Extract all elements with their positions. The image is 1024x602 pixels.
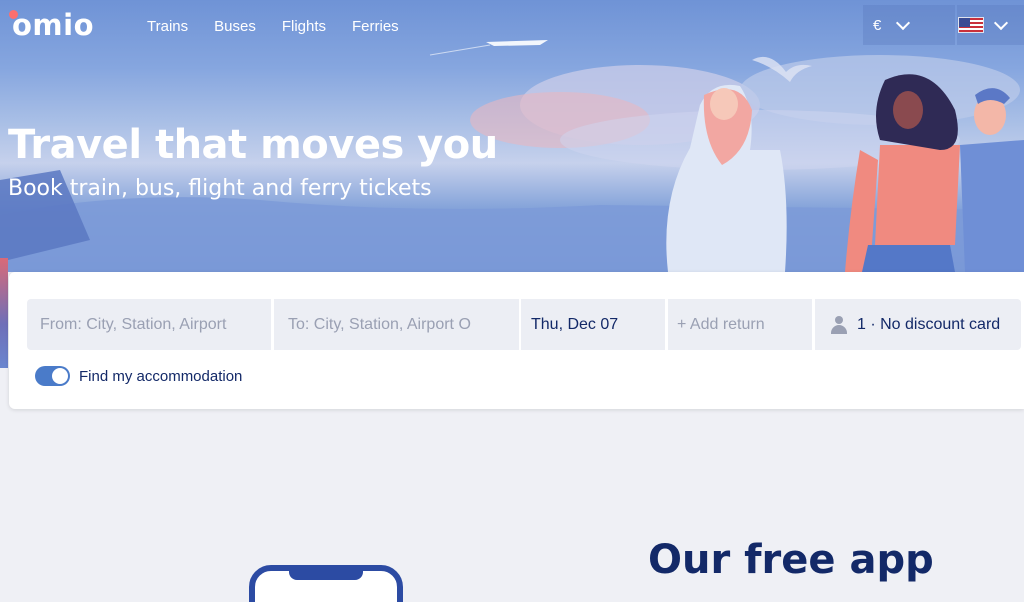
to-input[interactable] xyxy=(288,315,519,334)
departure-date-field[interactable]: Thu, Dec 07 xyxy=(521,299,665,350)
currency-symbol: € xyxy=(873,16,882,34)
hero-subtitle: Book train, bus, flight and ferry ticket… xyxy=(8,176,432,201)
top-navigation: omio Trains Buses Flights Ferries € xyxy=(0,0,1024,52)
logo-dot-icon xyxy=(9,10,18,19)
currency-selector[interactable]: € xyxy=(863,5,955,45)
from-input[interactable] xyxy=(40,315,271,334)
from-field[interactable] xyxy=(27,299,271,350)
person-icon xyxy=(829,315,849,334)
decorative-strip xyxy=(0,258,8,368)
us-flag-icon xyxy=(958,17,984,33)
hero-title: Travel that moves you xyxy=(8,122,498,168)
to-field[interactable] xyxy=(274,299,519,350)
add-return-button[interactable]: + Add return xyxy=(668,299,812,350)
nav-link-ferries[interactable]: Ferries xyxy=(352,18,399,36)
omio-logo[interactable]: omio xyxy=(9,8,95,42)
accommodation-label: Find my accommodation xyxy=(79,367,243,385)
nav-link-trains[interactable]: Trains xyxy=(147,18,188,36)
passengers-field[interactable]: 1 · No discount card xyxy=(815,299,1021,350)
departure-date-value: Thu, Dec 07 xyxy=(531,315,619,333)
nav-link-buses[interactable]: Buses xyxy=(214,18,256,36)
language-selector[interactable] xyxy=(957,5,1024,45)
nav-link-flights[interactable]: Flights xyxy=(282,18,326,36)
accommodation-toggle[interactable] xyxy=(35,366,70,386)
hero-banner: omio Trains Buses Flights Ferries € Trav… xyxy=(0,0,1024,272)
phone-illustration xyxy=(249,565,403,602)
nav-links: Trains Buses Flights Ferries xyxy=(147,18,425,36)
chevron-down-icon xyxy=(993,15,1009,30)
search-form: Thu, Dec 07 + Add return 1 · No discount… xyxy=(9,272,1024,409)
phone-notch xyxy=(289,569,363,580)
logo-text: omio xyxy=(12,8,95,42)
add-return-label: + Add return xyxy=(677,315,765,333)
app-section-heading: Our free app xyxy=(648,537,934,583)
chevron-down-icon xyxy=(896,15,911,30)
passengers-value: 1 · No discount card xyxy=(857,315,1001,333)
accommodation-toggle-row[interactable]: Find my accommodation xyxy=(35,366,242,386)
